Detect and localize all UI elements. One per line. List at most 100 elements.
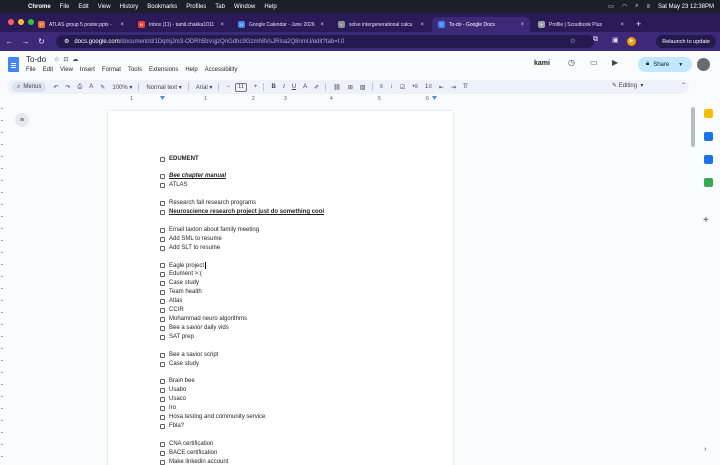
hide-menus-chevron-up-icon[interactable]: ⌃ bbox=[681, 82, 686, 89]
checklist-item[interactable]: Neuroscience research project just do so… bbox=[160, 209, 324, 215]
checklist-item[interactable]: Usabo bbox=[160, 387, 186, 393]
checklist-item[interactable]: SAT prep bbox=[160, 334, 194, 340]
link-icon[interactable]: ⛓ bbox=[333, 84, 341, 91]
insert-image-icon[interactable]: ▨ bbox=[360, 84, 366, 91]
menubar-bookmarks[interactable]: Bookmarks bbox=[147, 4, 177, 10]
add-on-plus-icon[interactable]: + bbox=[703, 215, 709, 226]
tasks-icon[interactable] bbox=[704, 132, 713, 141]
menubar-view[interactable]: View bbox=[98, 4, 111, 10]
menubar-edit[interactable]: Edit bbox=[78, 4, 88, 10]
checklist-item[interactable]: Research fall research programs bbox=[160, 200, 256, 206]
checklist-item[interactable]: Eagle project bbox=[160, 262, 206, 269]
checklist-item[interactable]: Case study bbox=[160, 280, 199, 286]
checkbox[interactable] bbox=[160, 298, 165, 304]
text-color-icon[interactable]: A bbox=[303, 84, 307, 90]
close-window-icon[interactable] bbox=[8, 19, 14, 25]
right-indent-marker[interactable] bbox=[432, 96, 437, 100]
checkbox[interactable] bbox=[160, 156, 165, 162]
kami-extension-button[interactable]: kami bbox=[534, 60, 550, 67]
checkbox[interactable] bbox=[160, 245, 165, 251]
checklist-icon[interactable]: ☑ bbox=[400, 84, 405, 91]
menubar-tab[interactable]: Tab bbox=[215, 4, 225, 10]
redo-icon[interactable]: ↷ bbox=[65, 84, 70, 91]
checklist-item[interactable]: Add SML to resume bbox=[160, 236, 222, 242]
menubar-app-name[interactable]: Chrome bbox=[28, 4, 51, 10]
left-indent-marker[interactable] bbox=[160, 96, 165, 100]
checkbox[interactable] bbox=[160, 182, 165, 188]
checkbox[interactable] bbox=[160, 236, 165, 242]
checklist-item[interactable]: Team health bbox=[160, 289, 202, 295]
checklist-item[interactable]: ATLAS bbox=[160, 182, 188, 188]
checklist-item[interactable]: Add SLT to resume bbox=[160, 245, 220, 251]
checklist-item[interactable]: Usaco bbox=[160, 396, 186, 402]
checkbox[interactable] bbox=[160, 352, 165, 358]
back-arrow-icon[interactable]: ← bbox=[3, 37, 16, 46]
checkbox[interactable] bbox=[160, 423, 165, 429]
version-history-icon[interactable]: ◷ bbox=[568, 58, 575, 67]
checkbox[interactable] bbox=[160, 378, 165, 384]
document-title[interactable]: To-do bbox=[26, 55, 46, 64]
checklist-item[interactable]: CNA certification bbox=[160, 441, 213, 447]
checkbox[interactable] bbox=[160, 227, 165, 233]
checkbox[interactable] bbox=[160, 200, 165, 206]
meet-video-icon[interactable]: ▶ bbox=[612, 58, 618, 67]
font-select[interactable]: Arial ▾ bbox=[196, 84, 213, 91]
contacts-icon[interactable] bbox=[704, 155, 713, 164]
add-comment-icon[interactable]: ⊞ bbox=[348, 84, 353, 91]
increase-indent-icon[interactable]: ⇥ bbox=[451, 84, 456, 91]
move-folder-icon[interactable]: ⊡ bbox=[63, 56, 68, 63]
menubar-clock[interactable]: Sat May 23 12:38PM bbox=[658, 4, 714, 10]
close-tab-icon[interactable]: × bbox=[220, 22, 224, 28]
numbered-list-icon[interactable]: 1≡ bbox=[425, 84, 432, 90]
italic-icon[interactable]: I bbox=[283, 84, 285, 90]
bold-icon[interactable]: B bbox=[271, 84, 275, 90]
checklist-item[interactable]: Brain bee bbox=[160, 378, 195, 384]
wifi-icon[interactable]: ◠ bbox=[622, 3, 627, 10]
checklist-item[interactable]: EDUMENT bbox=[160, 156, 199, 162]
checklist-item[interactable]: Mohammad neuro algorithms bbox=[160, 316, 247, 322]
clear-formatting-icon[interactable]: T̸ bbox=[463, 84, 467, 90]
font-size-input[interactable]: 11 bbox=[234, 82, 247, 92]
editing-mode-select[interactable]: ✎ Editing ▾ bbox=[612, 82, 643, 89]
checkbox[interactable] bbox=[160, 459, 165, 465]
close-tab-icon[interactable]: × bbox=[420, 22, 424, 28]
forward-arrow-icon[interactable]: → bbox=[19, 37, 32, 46]
menu-file[interactable]: File bbox=[26, 67, 36, 73]
checklist-item[interactable]: Iro bbox=[160, 405, 176, 411]
checkbox[interactable] bbox=[160, 405, 165, 411]
checkbox[interactable] bbox=[160, 396, 165, 402]
new-tab-plus-icon[interactable]: + bbox=[636, 19, 641, 29]
checkbox[interactable] bbox=[160, 280, 165, 286]
checkbox[interactable] bbox=[160, 263, 165, 268]
control-center-icon[interactable]: ≡ bbox=[646, 4, 650, 10]
minimize-window-icon[interactable] bbox=[18, 19, 24, 25]
checkbox[interactable] bbox=[160, 450, 165, 456]
checklist-item[interactable]: Make linkedin account bbox=[160, 459, 228, 465]
document-outline-icon[interactable]: ≡ bbox=[15, 113, 29, 127]
menus-search[interactable]: ⌕ Menus bbox=[12, 82, 47, 92]
menubar-profiles[interactable]: Profiles bbox=[186, 4, 206, 10]
browser-tab[interactable]: P ATLAS group 5 poster.pptx - × bbox=[32, 17, 130, 32]
browser-tab[interactable]: ◐ solve intergenerational calcu × bbox=[332, 17, 430, 32]
line-spacing-icon[interactable]: ↕ bbox=[390, 84, 393, 90]
browser-tab[interactable]: M Inbox (11) - tamil.chakka1011 × bbox=[132, 17, 230, 32]
battery-icon[interactable]: ▭ bbox=[608, 3, 614, 10]
close-tab-icon[interactable]: × bbox=[620, 22, 624, 28]
menu-help[interactable]: Help bbox=[185, 67, 197, 73]
checkbox[interactable] bbox=[160, 316, 165, 322]
scrollbar[interactable] bbox=[690, 104, 696, 465]
checklist-item[interactable]: Bee a savior script bbox=[160, 352, 218, 358]
undo-icon[interactable]: ↶ bbox=[53, 84, 58, 91]
checkbox[interactable] bbox=[160, 173, 165, 179]
menu-extensions[interactable]: Extensions bbox=[149, 67, 178, 73]
scrollbar-thumb[interactable] bbox=[691, 107, 695, 147]
checklist-item[interactable]: Fbla? bbox=[160, 423, 184, 429]
bulleted-list-icon[interactable]: •≡ bbox=[412, 84, 418, 90]
checklist-item[interactable]: Bee chapter manual bbox=[160, 173, 226, 179]
decrease-font-size-icon[interactable]: − bbox=[226, 84, 230, 90]
checkbox[interactable] bbox=[160, 334, 165, 340]
checklist-item[interactable]: BACE certification bbox=[160, 450, 217, 456]
menubar-window[interactable]: Window bbox=[234, 4, 255, 10]
menu-format[interactable]: Format bbox=[102, 67, 121, 73]
checkbox[interactable] bbox=[160, 414, 165, 420]
